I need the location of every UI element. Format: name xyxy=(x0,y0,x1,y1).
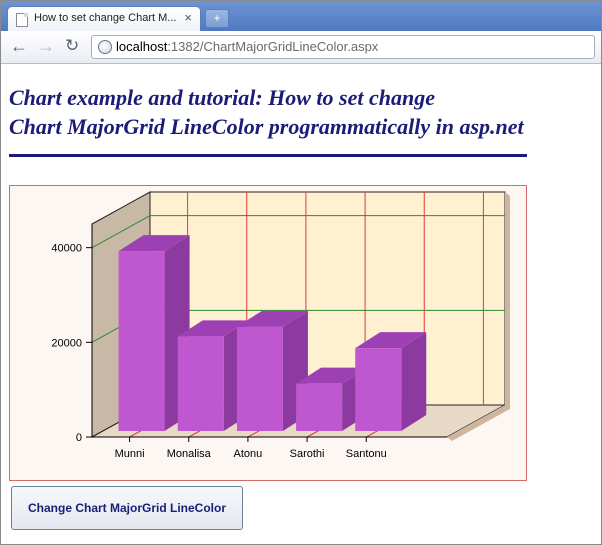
browser-window: How to set change Chart M... × + ← → ↻ l… xyxy=(0,0,602,545)
tab-close-icon[interactable]: × xyxy=(184,10,192,25)
address-bar[interactable]: localhost:1382/ChartMajorGridLineColor.a… xyxy=(91,35,595,59)
page-favicon-icon xyxy=(16,13,28,27)
reload-icon[interactable]: ↻ xyxy=(65,37,79,55)
tab-strip: How to set change Chart M... × + xyxy=(1,1,601,32)
bar-atonu xyxy=(236,326,283,431)
x-tick-label-1: Monalisa xyxy=(167,448,212,460)
bar-santonu xyxy=(355,348,402,431)
y-tick-label-2: 40000 xyxy=(51,243,82,255)
bar-monalisa xyxy=(177,336,224,431)
title-underline xyxy=(9,154,527,157)
bar-side-santonu xyxy=(401,332,427,431)
x-tick-label-4: Santonu xyxy=(346,448,387,460)
x-tick-label-2: Atonu xyxy=(234,448,263,460)
bar-sarothi xyxy=(296,383,343,431)
page-title-line-1: Chart example and tutorial: How to set c… xyxy=(9,85,435,110)
tab-title: How to set change Chart M... xyxy=(34,12,177,24)
forward-arrow-icon[interactable]: → xyxy=(37,37,55,55)
url-path: :1382/ChartMajorGridLineColor.aspx xyxy=(167,39,379,54)
url-text[interactable]: localhost:1382/ChartMajorGridLineColor.a… xyxy=(116,39,378,54)
globe-icon xyxy=(98,40,112,54)
bar-munni xyxy=(118,251,165,431)
new-tab-button[interactable]: + xyxy=(205,9,229,28)
page-title: Chart example and tutorial: How to set c… xyxy=(9,83,569,141)
back-arrow-icon[interactable]: ← xyxy=(10,37,28,55)
page-title-line-2: Chart MajorGrid LineColor programmatical… xyxy=(9,114,524,139)
chart-container: 0 20000 40000 Munni Monalisa Atonu Sarothi Sant… xyxy=(9,185,527,481)
x-tick-label-3: Sarothi xyxy=(290,448,325,460)
chart-3d-column: 0 20000 40000 Munni Monalisa Atonu Sarothi Sant… xyxy=(51,191,510,460)
browser-tab[interactable]: How to set change Chart M... × xyxy=(7,6,201,32)
change-grid-color-button[interactable]: Change Chart MajorGrid LineColor xyxy=(11,486,243,530)
y-tick-label-0: 0 xyxy=(76,432,82,444)
url-host: localhost xyxy=(116,39,168,54)
x-tick-label-0: Munni xyxy=(115,448,145,460)
y-tick-label-1: 20000 xyxy=(51,337,82,349)
browser-toolbar: ← → ↻ localhost:1382/ChartMajorGridLineC… xyxy=(1,31,601,64)
